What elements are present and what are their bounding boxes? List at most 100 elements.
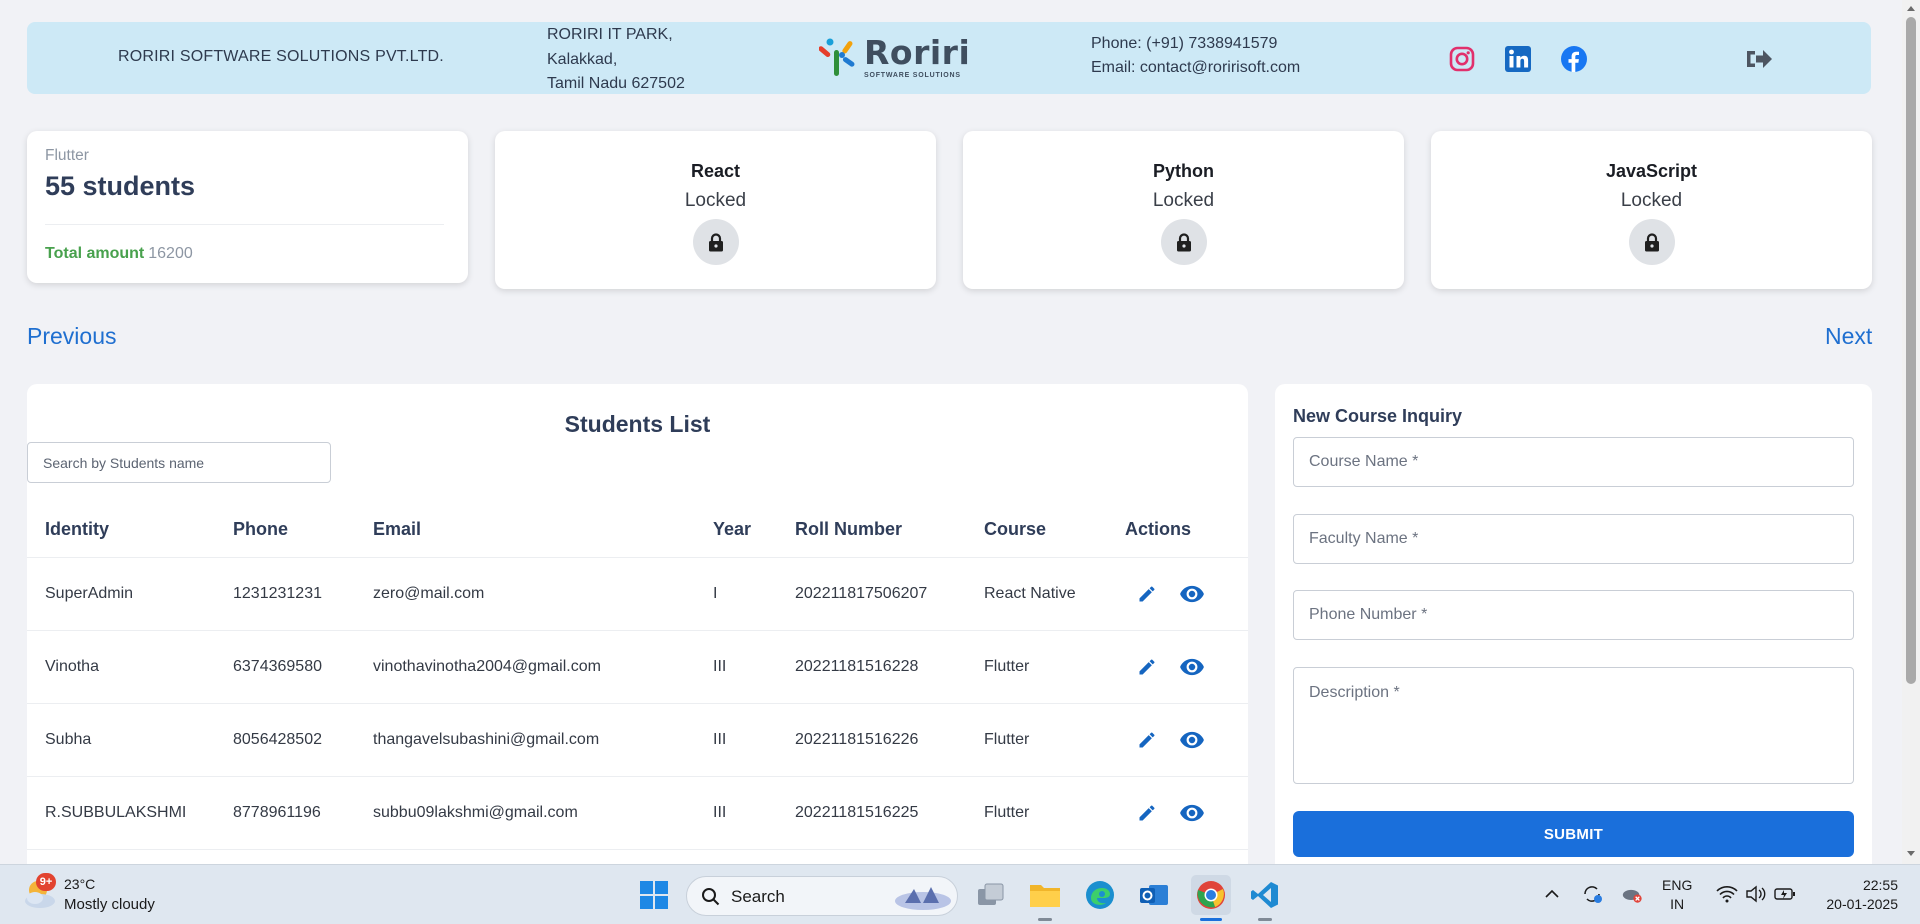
weather-alert-badge: 9+	[36, 873, 56, 891]
volume-icon[interactable]	[1745, 883, 1767, 905]
course-status: Locked	[1152, 190, 1215, 211]
edge-browser-icon[interactable]	[1082, 877, 1118, 913]
sync-icon[interactable]	[1581, 883, 1603, 905]
next-link[interactable]: Next	[1825, 323, 1872, 350]
course-card-python[interactable]: Python Locked	[963, 131, 1404, 289]
logout-icon[interactable]	[1744, 45, 1774, 73]
stats-course-name: Flutter	[45, 147, 89, 164]
company-name: RORIRI SOFTWARE SOLUTIONS PVT.LTD.	[118, 48, 444, 65]
running-indicator	[1258, 918, 1272, 921]
battery-icon[interactable]	[1774, 883, 1796, 905]
edit-icon[interactable]	[1133, 799, 1161, 827]
company-logo[interactable]: Roriri SOFTWARE SOLUTIONS	[819, 33, 971, 80]
cell-identity: Vinotha	[45, 658, 99, 675]
chrome-browser-icon[interactable]	[1191, 875, 1231, 915]
cell-email: zero@mail.com	[373, 585, 485, 602]
cell-roll-number: 20221181516228	[795, 658, 919, 675]
flutter-stats-card[interactable]: Flutter 55 students Total amount 16200	[27, 131, 468, 283]
course-card-react[interactable]: React Locked	[495, 131, 936, 289]
table-row: SuperAdmin 1231231231 zero@mail.com I 20…	[27, 557, 1248, 630]
page-scrollbar[interactable]	[1902, 0, 1920, 864]
column-header: Roll Number	[795, 519, 903, 539]
system-clock[interactable]: 22:55 20-01-2025	[1818, 876, 1898, 914]
linkedin-icon[interactable]	[1505, 46, 1531, 72]
contact-phone: Phone: (+91) 7338941579	[1091, 35, 1278, 52]
onedrive-error-icon[interactable]	[1621, 883, 1643, 905]
logo-tagline: SOFTWARE SOLUTIONS	[864, 72, 961, 79]
address-line: Tamil Nadu 627502	[547, 75, 685, 92]
previous-link[interactable]: Previous	[27, 323, 116, 350]
total-amount: Total amount 16200	[45, 245, 193, 263]
cell-course: React Native	[984, 585, 1076, 602]
cell-email: thangavelsubashini@gmail.com	[373, 731, 600, 748]
cell-identity: SuperAdmin	[45, 585, 134, 602]
scroll-down-icon[interactable]	[1907, 851, 1915, 856]
running-indicator	[1038, 918, 1052, 921]
column-header: Email	[373, 519, 422, 539]
file-explorer-icon[interactable]	[1027, 877, 1063, 913]
lock-icon	[692, 219, 739, 265]
logo-mark-icon	[819, 38, 855, 76]
cell-year: III	[713, 658, 727, 675]
logo-wordmark: Roriri	[864, 33, 971, 72]
task-view-icon[interactable]	[973, 877, 1009, 913]
table-row: R.SUBBULAKSHMI 8778961196 subbu09lakshmi…	[27, 776, 1248, 849]
address-line: Kalakkad,	[547, 50, 618, 68]
language-indicator[interactable]: ENG IN	[1662, 876, 1692, 914]
company-address: RORIRI IT PARK, Kalakkad, Tamil Nadu 627…	[547, 23, 685, 97]
language-code: ENG	[1662, 877, 1693, 893]
edit-icon[interactable]	[1133, 580, 1161, 608]
course-title: Python	[1153, 161, 1214, 181]
contact-email[interactable]: Email: contact@roririsoft.com	[1091, 56, 1300, 80]
vscode-icon[interactable]	[1247, 877, 1283, 913]
taskbar-search[interactable]: Search	[686, 876, 958, 916]
cell-phone: 8056428502	[233, 731, 322, 748]
cell-roll-number: 20221181516225	[795, 804, 919, 821]
cell-year: III	[713, 804, 727, 821]
chevron-up-icon[interactable]	[1541, 883, 1563, 905]
search-label: Search	[731, 887, 785, 906]
table-row: Subha 8056428502 thangavelsubashini@gmai…	[27, 703, 1248, 776]
scrollbar-thumb[interactable]	[1906, 17, 1916, 684]
top-header: RORIRI SOFTWARE SOLUTIONS PVT.LTD. RORIR…	[27, 22, 1871, 94]
column-header: Phone	[233, 519, 289, 539]
student-count: 55 students	[45, 171, 196, 201]
active-app-indicator	[1200, 918, 1222, 921]
students-list-panel: Students List Identity Phone Email Year …	[27, 384, 1248, 864]
outlook-icon[interactable]	[1136, 877, 1172, 913]
view-icon[interactable]	[1178, 580, 1206, 608]
course-name-field[interactable]	[1293, 437, 1854, 487]
inquiry-form-title: New Course Inquiry	[1293, 406, 1463, 426]
view-icon[interactable]	[1178, 726, 1206, 754]
faculty-name-field[interactable]	[1293, 514, 1854, 564]
total-amount-label: Total amount	[45, 245, 145, 262]
cell-email: vinothavinotha2004@gmail.com	[373, 658, 601, 675]
instagram-icon[interactable]	[1449, 46, 1475, 72]
cell-course: Flutter	[984, 658, 1030, 675]
students-list-title: Students List	[564, 411, 711, 437]
phone-number-field[interactable]	[1293, 590, 1854, 640]
view-icon[interactable]	[1178, 799, 1206, 827]
cell-email: subbu09lakshmi@gmail.com	[373, 804, 578, 821]
cell-year: III	[713, 731, 727, 748]
edit-icon[interactable]	[1133, 726, 1161, 754]
cell-year: I	[713, 585, 718, 602]
course-title: React	[690, 161, 741, 181]
cell-phone: 8778961196	[233, 804, 321, 821]
description-field[interactable]	[1293, 667, 1854, 784]
cell-roll-number: 20221181516226	[795, 731, 919, 748]
course-card-javascript[interactable]: JavaScript Locked	[1431, 131, 1872, 289]
facebook-icon[interactable]	[1561, 46, 1587, 72]
scroll-up-icon[interactable]	[1907, 6, 1915, 11]
student-search-input[interactable]	[27, 442, 331, 483]
cell-identity: Subha	[45, 731, 92, 748]
card-divider	[45, 224, 444, 225]
submit-button[interactable]: SUBMIT	[1293, 811, 1854, 857]
windows-start-icon[interactable]	[636, 877, 672, 913]
cell-phone: 6374369580	[233, 658, 322, 675]
course-status: Locked	[684, 190, 747, 211]
table-header: Identity Phone Email Year Roll Number Co…	[27, 519, 1248, 542]
wifi-icon[interactable]	[1716, 883, 1738, 905]
view-icon[interactable]	[1178, 653, 1206, 681]
edit-icon[interactable]	[1133, 653, 1161, 681]
